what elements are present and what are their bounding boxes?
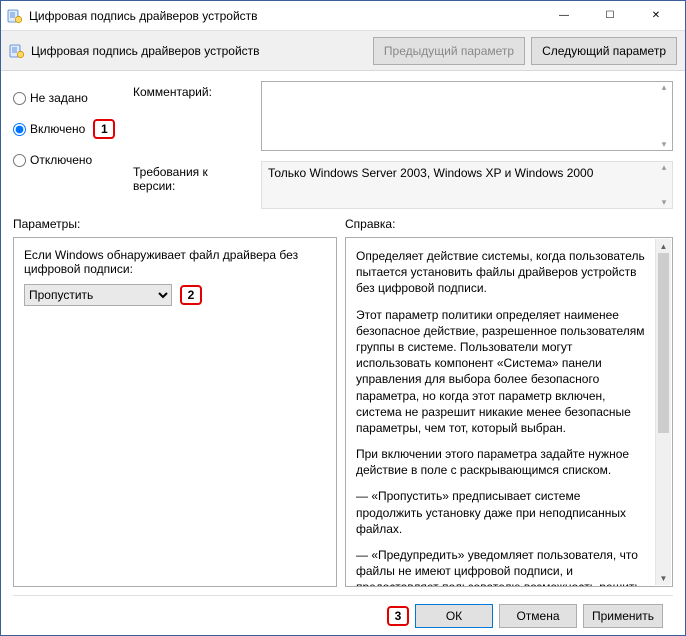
action-combo[interactable]: Пропустить Предупредить Заблокировать: [24, 284, 172, 306]
close-button[interactable]: ✕: [633, 1, 679, 31]
policy-icon: [7, 8, 23, 24]
scroll-thumb[interactable]: [658, 253, 669, 433]
toolbar-title: Цифровая подпись драйверов устройств: [31, 44, 367, 58]
params-pane: Если Windows обнаруживает файл драйвера …: [13, 237, 337, 587]
help-p2: Этот параметр политики определяет наимен…: [356, 307, 650, 437]
comment-label: Комментарий:: [133, 81, 253, 99]
radio-enabled-input[interactable]: [13, 123, 26, 136]
requirements-box: Только Windows Server 2003, Windows XP и…: [261, 161, 673, 209]
cancel-button[interactable]: Отмена: [499, 604, 577, 628]
help-text: Определяет действие системы, когда польз…: [356, 248, 650, 587]
help-p1: Определяет действие системы, когда польз…: [356, 248, 650, 297]
radio-disabled-input[interactable]: [13, 154, 26, 167]
requirements-scrollbar[interactable]: ▴▾: [656, 162, 672, 208]
params-combo-row: Пропустить Предупредить Заблокировать 2: [24, 284, 326, 306]
state-radios: Не задано Включено 1 Отключено: [13, 81, 123, 209]
requirements-label: Требования к версии:: [133, 161, 253, 193]
radio-enabled-label: Включено: [30, 122, 85, 136]
dialog-window: Цифровая подпись драйверов устройств — ☐…: [0, 0, 686, 636]
scroll-up-icon[interactable]: ▲: [656, 239, 671, 253]
top-row: Не задано Включено 1 Отключено Комментар…: [13, 81, 673, 209]
footer: 3 ОК Отмена Применить: [13, 595, 673, 635]
toolbar: Цифровая подпись драйверов устройств Пре…: [1, 31, 685, 71]
radio-disabled[interactable]: Отключено: [13, 153, 123, 167]
next-setting-button[interactable]: Следующий параметр: [531, 37, 677, 65]
comment-scrollbar[interactable]: ▴▾: [656, 82, 672, 150]
titlebar: Цифровая подпись драйверов устройств — ☐…: [1, 1, 685, 31]
scroll-down-icon[interactable]: ▼: [656, 571, 671, 585]
ok-button[interactable]: ОК: [415, 604, 493, 628]
body: Не задано Включено 1 Отключено Комментар…: [1, 71, 685, 635]
prev-setting-button[interactable]: Предыдущий параметр: [373, 37, 525, 65]
callout-marker-2: 2: [180, 285, 202, 305]
params-section-label: Параметры:: [13, 217, 345, 231]
window-title: Цифровая подпись драйверов устройств: [29, 9, 541, 23]
window-buttons: — ☐ ✕: [541, 1, 679, 31]
radio-enabled[interactable]: Включено 1: [13, 119, 123, 139]
requirements-value: Только Windows Server 2003, Windows XP и…: [268, 166, 593, 180]
help-p3: При включении этого параметра задайте ну…: [356, 446, 650, 478]
section-labels: Параметры: Справка:: [13, 217, 673, 231]
radio-not-configured-label: Не задано: [30, 91, 88, 105]
help-pane: Определяет действие системы, когда польз…: [345, 237, 673, 587]
help-p4: — «Пропустить» предписывает системе прод…: [356, 488, 650, 537]
comment-input[interactable]: ▴▾: [261, 81, 673, 151]
minimize-button[interactable]: —: [541, 1, 587, 31]
policy-icon: [9, 43, 25, 59]
apply-button[interactable]: Применить: [583, 604, 663, 628]
radio-not-configured-input[interactable]: [13, 92, 26, 105]
radio-not-configured[interactable]: Не задано: [13, 91, 123, 105]
help-section-label: Справка:: [345, 217, 673, 231]
fields: Комментарий: ▴▾ Требования к версии: Тол…: [133, 81, 673, 209]
params-desc: Если Windows обнаруживает файл драйвера …: [24, 248, 326, 276]
callout-marker-1: 1: [93, 119, 115, 139]
help-scrollbar[interactable]: ▲ ▼: [655, 239, 671, 585]
radio-disabled-label: Отключено: [30, 153, 92, 167]
maximize-button[interactable]: ☐: [587, 1, 633, 31]
split-panes: Если Windows обнаруживает файл драйвера …: [13, 237, 673, 587]
help-p5: — «Предупредить» уведомляет пользователя…: [356, 547, 650, 587]
callout-marker-3: 3: [387, 606, 409, 626]
